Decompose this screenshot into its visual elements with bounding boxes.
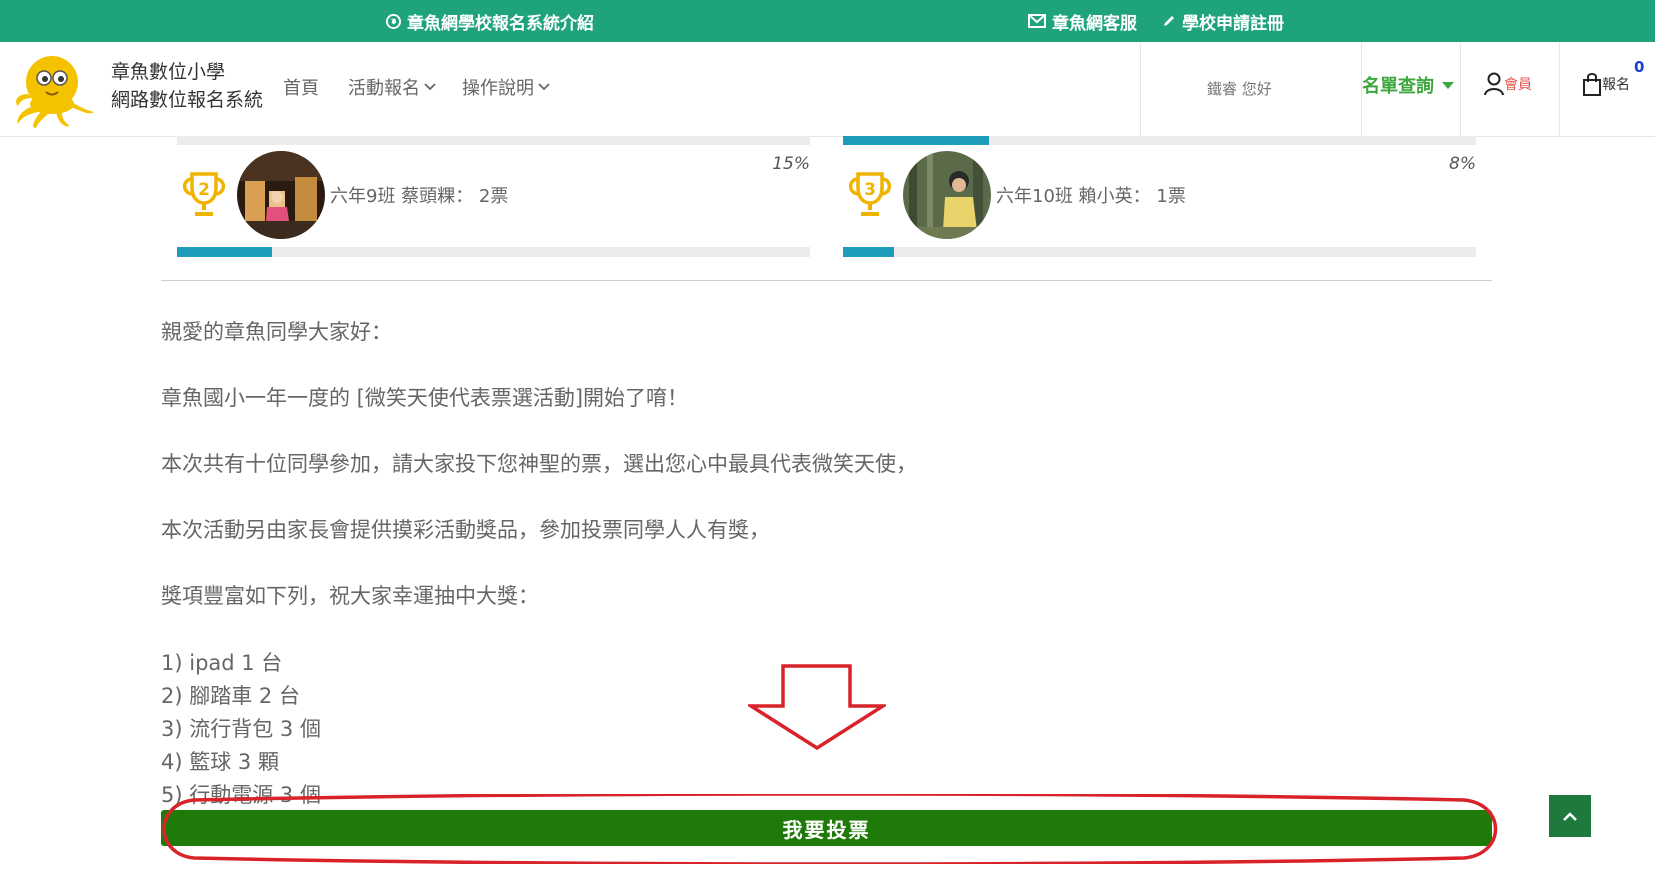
down-arrow-annotation-icon bbox=[748, 664, 886, 750]
prize-item: 4) 籃球 3 顆 bbox=[161, 750, 279, 774]
prize-item: 1) ipad 1 台 bbox=[161, 651, 283, 675]
prize-item: 3) 流行背包 3 個 bbox=[161, 717, 321, 741]
back-to-top-button[interactable] bbox=[1549, 795, 1591, 837]
prize-item: 2) 腳踏車 2 台 bbox=[161, 684, 300, 708]
highlight-oval-annotation bbox=[162, 794, 1498, 864]
chevron-up-icon bbox=[1563, 812, 1577, 821]
